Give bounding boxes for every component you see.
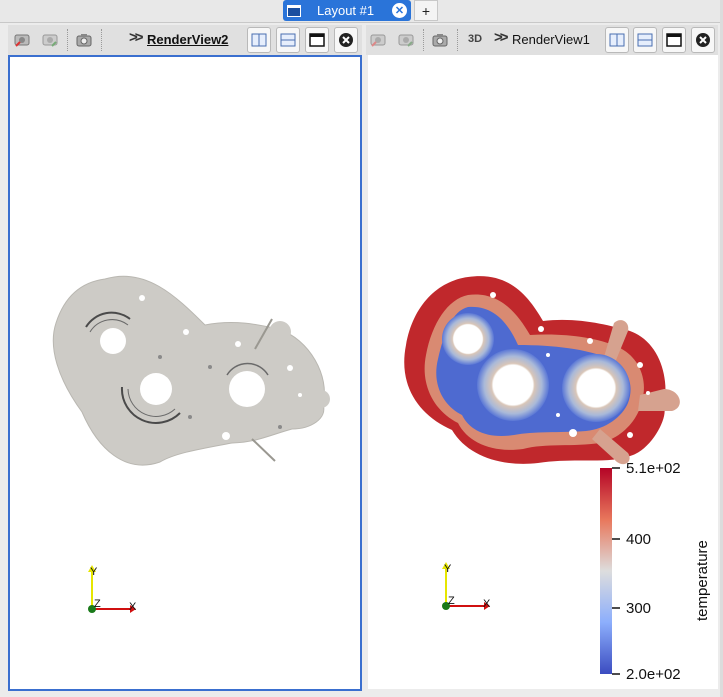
reset-camera-icon[interactable] <box>366 27 390 53</box>
render-view-1-viewport[interactable]: Y Z X 5.1e+02 400 300 2.0e+02 temperatur… <box>368 55 718 689</box>
temperature-color-legend: 5.1e+02 400 300 2.0e+02 temperature <box>600 460 711 683</box>
render-view-1-toolbar: 3D >> RenderView1 <box>366 25 718 55</box>
close-view-button[interactable] <box>334 27 358 53</box>
colorbar-tick-label: 2.0e+02 <box>626 666 681 683</box>
camera-redo-icon[interactable] <box>38 27 62 53</box>
colorbar-tick-label: 300 <box>626 600 651 617</box>
toolbar-separator <box>423 29 425 51</box>
more-options-icon[interactable]: >> <box>494 29 508 46</box>
axis-y-label: Y <box>90 566 98 578</box>
split-horizontal-button[interactable] <box>605 27 629 53</box>
color-bar <box>600 468 612 674</box>
layout-tab-label: Layout #1 <box>317 3 375 18</box>
capture-screenshot-icon[interactable] <box>72 27 96 53</box>
capture-screenshot-icon[interactable] <box>428 27 452 53</box>
close-view-button[interactable] <box>691 27 715 53</box>
colored-mesh-geometry <box>404 276 680 465</box>
layout-window-icon <box>287 4 301 17</box>
render-view-2-toolbar: >> RenderView2 <box>8 25 362 55</box>
axis-z-label: Z <box>94 598 101 610</box>
toolbar-separator <box>67 29 69 51</box>
mesh-geometry <box>52 275 330 466</box>
colorbar-tick-label: 400 <box>626 531 651 548</box>
view-title[interactable]: RenderView2 <box>147 32 228 47</box>
maximize-view-button[interactable] <box>662 27 686 53</box>
reset-camera-icon[interactable] <box>10 27 34 53</box>
axis-y-label: Y <box>444 563 452 575</box>
close-tab-icon[interactable]: ✕ <box>392 3 407 18</box>
axis-z-label: Z <box>448 595 455 607</box>
gray-mesh-rendering: Y Z X <box>52 275 330 613</box>
split-vertical-button[interactable] <box>276 27 300 53</box>
toolbar-separator <box>457 29 459 51</box>
add-layout-tab-button[interactable]: + <box>414 0 438 21</box>
maximize-view-button[interactable] <box>305 27 329 53</box>
temperature-rendering: Y Z X 5.1e+02 400 300 2.0e+02 temperatur… <box>404 276 711 683</box>
axis-x-label: X <box>129 601 137 613</box>
camera-redo-icon[interactable] <box>394 27 418 53</box>
split-vertical-button[interactable] <box>633 27 657 53</box>
split-horizontal-button[interactable] <box>247 27 271 53</box>
colorbar-title: temperature <box>694 540 711 621</box>
toolbar-separator <box>101 29 103 51</box>
more-options-icon[interactable]: >> <box>129 29 143 46</box>
layout-tab-bar: Layout #1 ✕ + <box>0 0 723 23</box>
orientation-axes: Y Z X <box>442 562 491 610</box>
axis-x-label: X <box>483 598 491 610</box>
orientation-axes: Y Z X <box>88 565 137 613</box>
interaction-mode-toggle[interactable]: 3D <box>468 33 482 45</box>
render-view-2-viewport[interactable]: Y Z X <box>8 55 362 691</box>
view-title[interactable]: RenderView1 <box>512 32 590 47</box>
layout-tab[interactable]: Layout #1 ✕ <box>283 0 411 21</box>
colorbar-tick-label: 5.1e+02 <box>626 460 681 477</box>
